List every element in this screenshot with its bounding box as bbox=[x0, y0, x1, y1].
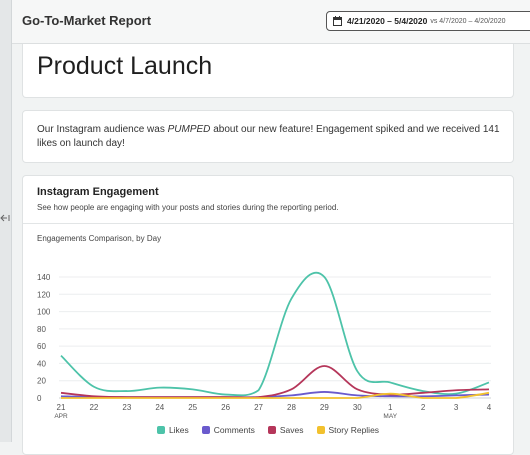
y-tick-label: 40 bbox=[37, 359, 46, 368]
x-tick-label: 21 bbox=[57, 403, 66, 412]
x-tick-label: 2 bbox=[421, 403, 426, 412]
legend-item[interactable]: Story Replies bbox=[316, 423, 380, 437]
legend-label: Saves bbox=[279, 425, 304, 435]
calendar-icon bbox=[333, 16, 342, 26]
chart-legend: Likes Comments Saves Story Replies bbox=[23, 423, 513, 437]
y-tick-label: 100 bbox=[37, 308, 51, 317]
x-tick-label: 3 bbox=[454, 403, 459, 412]
x-tick-label: 4 bbox=[487, 403, 492, 412]
legend-item[interactable]: Saves bbox=[267, 423, 304, 437]
legend-swatch bbox=[156, 426, 165, 434]
report-header: Go-To-Market Report 4/21/2020 – 5/4/2020… bbox=[12, 0, 530, 44]
x-tick-label: 24 bbox=[155, 403, 164, 412]
note-card: Our Instagram audience was PUMPED about … bbox=[22, 110, 514, 163]
x-tick-label: 23 bbox=[122, 403, 131, 412]
page-title: Product Launch bbox=[37, 52, 213, 80]
legend-swatch bbox=[201, 426, 210, 434]
x-tick-sublabel: APR bbox=[54, 413, 68, 420]
legend-item[interactable]: Likes bbox=[156, 423, 189, 437]
y-tick-label: 140 bbox=[37, 273, 51, 282]
x-tick-label: 28 bbox=[287, 403, 296, 412]
x-tick-label: 25 bbox=[188, 403, 197, 412]
legend-swatch bbox=[267, 426, 276, 434]
legend-item[interactable]: Comments bbox=[201, 423, 255, 437]
y-tick-label: 80 bbox=[37, 325, 46, 334]
y-tick-label: 0 bbox=[37, 394, 42, 403]
note-text: Our Instagram audience was PUMPED about … bbox=[37, 123, 507, 151]
series-line-saves bbox=[60, 365, 490, 399]
title-card: Product Launch bbox=[22, 44, 514, 98]
engagement-card: Instagram Engagement See how people are … bbox=[22, 175, 514, 455]
legend-swatch bbox=[316, 426, 325, 434]
x-tick-label: 29 bbox=[320, 403, 329, 412]
x-tick-label: 1 bbox=[388, 403, 393, 412]
note-text-start: Our Instagram audience was bbox=[37, 124, 168, 135]
x-tick-label: 22 bbox=[89, 403, 98, 412]
engagement-chart: 02040608010012014021APR22 23 24 25 26 27 28 29 3… bbox=[37, 271, 492, 420]
collapse-icon[interactable] bbox=[0, 213, 10, 223]
y-tick-label: 120 bbox=[37, 290, 51, 299]
x-tick-label: 26 bbox=[221, 403, 230, 412]
legend-label: Story Replies bbox=[328, 425, 380, 435]
date-range-value: 4/21/2020 – 5/4/2020 bbox=[347, 16, 428, 26]
x-tick-sublabel: MAY bbox=[383, 413, 397, 420]
legend-label: Likes bbox=[168, 425, 189, 435]
compare-range-value: vs 4/7/2020 – 4/20/2020 bbox=[430, 17, 506, 25]
x-tick-label: 27 bbox=[254, 403, 263, 412]
legend-label: Comments bbox=[213, 425, 255, 435]
note-emphasis: PUMPED bbox=[167, 124, 211, 135]
series-line-likes bbox=[60, 271, 490, 397]
x-tick-label: 30 bbox=[353, 403, 362, 412]
report-title: Go-To-Market Report bbox=[22, 13, 152, 28]
date-range-picker[interactable]: 4/21/2020 – 5/4/2020 vs 4/7/2020 – 4/20/… bbox=[326, 11, 530, 31]
y-tick-label: 20 bbox=[37, 377, 46, 386]
y-tick-label: 60 bbox=[37, 342, 46, 351]
